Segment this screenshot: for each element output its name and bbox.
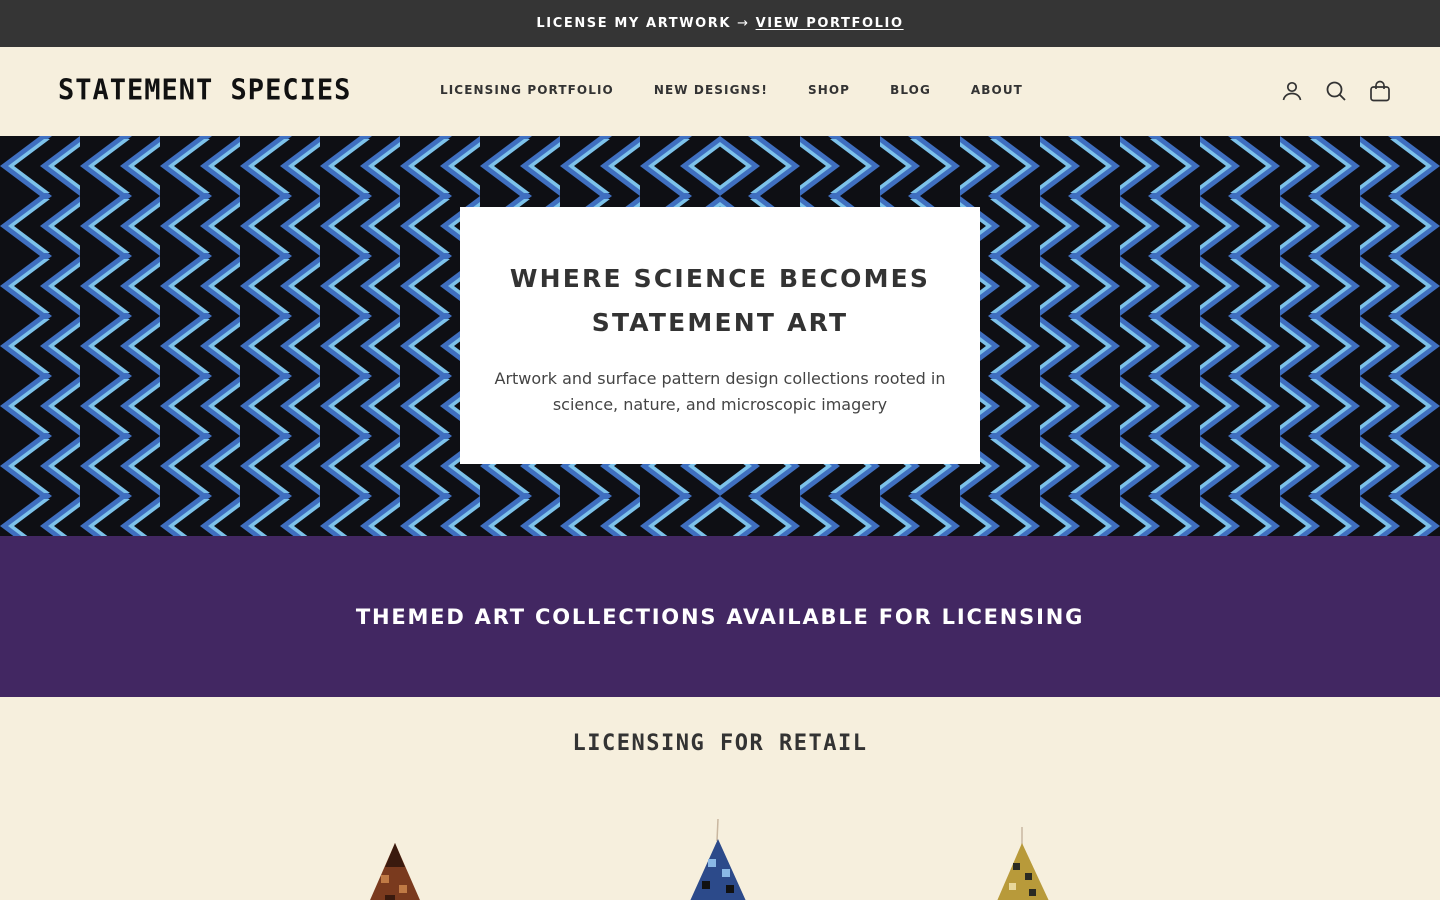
view-portfolio-link[interactable]: VIEW PORTFOLIO: [756, 16, 904, 31]
main-nav: LICENSING PORTFOLIO NEW DESIGNS! SHOP BL…: [440, 83, 1063, 97]
account-icon[interactable]: [1280, 79, 1304, 103]
hero-title-line2: STATEMENT ART: [591, 308, 849, 337]
cart-icon[interactable]: [1368, 79, 1392, 103]
nav-blog[interactable]: BLOG: [890, 83, 931, 97]
retail-section: LICENSING FOR RETAIL: [0, 697, 1440, 900]
retail-heading: LICENSING FOR RETAIL: [572, 731, 868, 756]
product-image-gold[interactable]: [985, 827, 1065, 900]
collections-heading: THEMED ART COLLECTIONS AVAILABLE FOR LIC…: [355, 604, 1085, 629]
collections-band: THEMED ART COLLECTIONS AVAILABLE FOR LIC…: [0, 536, 1440, 697]
product-image-brown[interactable]: [355, 837, 435, 900]
announcement-bar: LICENSE MY ARTWORK → VIEW PORTFOLIO: [0, 0, 1440, 47]
announcement-text: LICENSE MY ARTWORK: [536, 16, 732, 31]
announcement-arrow: →: [737, 16, 750, 31]
nav-new-designs[interactable]: NEW DESIGNS!: [654, 83, 768, 97]
nav-about[interactable]: ABOUT: [971, 83, 1023, 97]
product-image-blue[interactable]: [680, 819, 760, 900]
nav-licensing-portfolio[interactable]: LICENSING PORTFOLIO: [440, 83, 614, 97]
nav-shop[interactable]: SHOP: [808, 83, 850, 97]
site-header: STATEMENT SPECIES LICENSING PORTFOLIO NE…: [0, 47, 1440, 136]
hero-banner: WHERE SCIENCE BECOMES STATEMENT ART Artw…: [0, 136, 1440, 536]
hero-description: Artwork and surface pattern design colle…: [494, 369, 946, 414]
hero-title-line1: WHERE SCIENCE BECOMES: [509, 264, 931, 293]
search-icon[interactable]: [1324, 79, 1348, 103]
site-logo[interactable]: STATEMENT SPECIES: [58, 74, 351, 107]
hero-title: WHERE SCIENCE BECOMES STATEMENT ART: [460, 257, 980, 345]
hero-card: WHERE SCIENCE BECOMES STATEMENT ART Artw…: [460, 207, 980, 464]
